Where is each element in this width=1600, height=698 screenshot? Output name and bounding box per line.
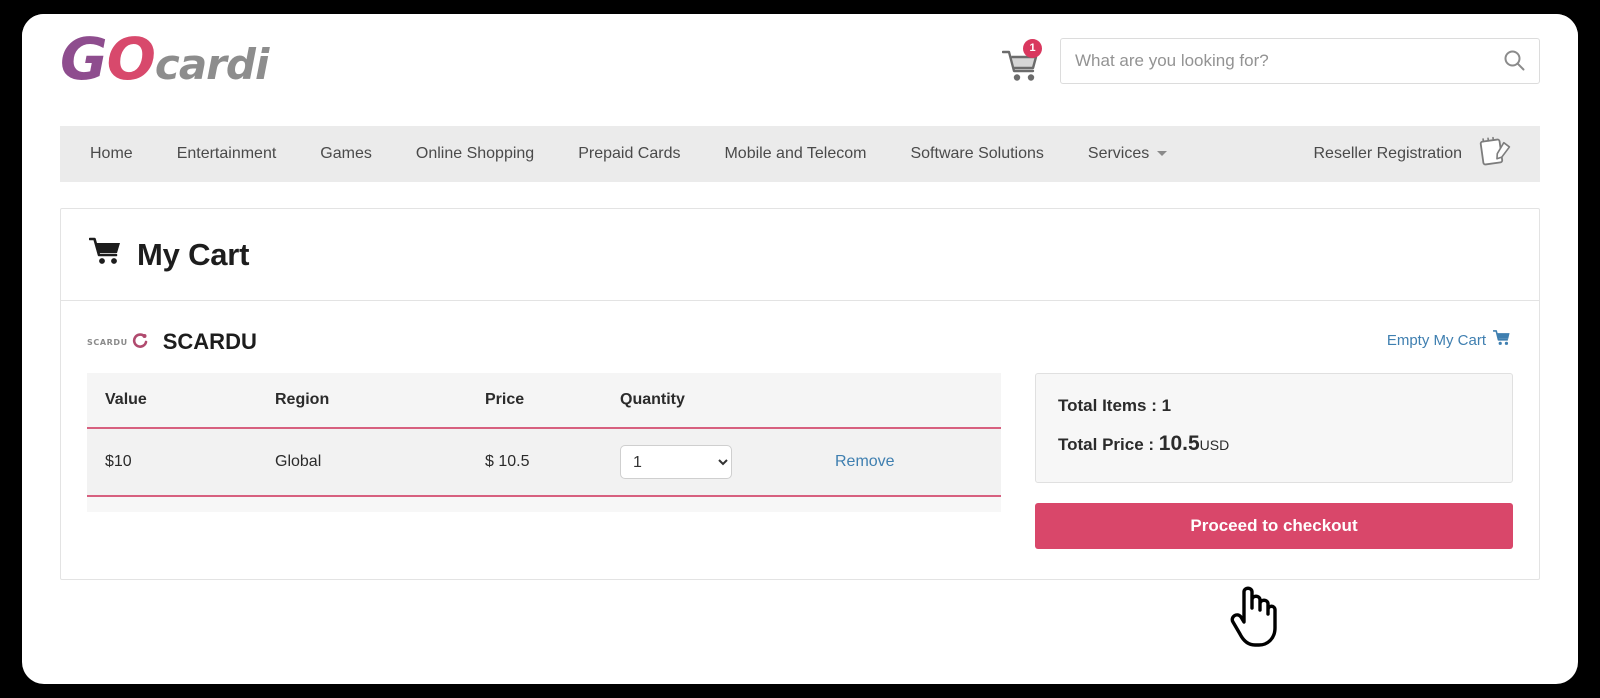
table-row-spacer bbox=[87, 496, 1001, 512]
main-content: My Cart SCARDU SCARDU Empty My Cart Valu… bbox=[22, 182, 1578, 580]
nav-item-label: Services bbox=[1087, 145, 1150, 162]
total-price-value: 10.5 bbox=[1158, 432, 1200, 455]
nav-item-label: Software Solutions bbox=[910, 145, 1044, 162]
search-button[interactable] bbox=[1489, 39, 1539, 83]
chevron-down-icon bbox=[1157, 151, 1168, 157]
nav-item-label: Reseller Registration bbox=[1313, 145, 1462, 162]
column-header-region: Region bbox=[257, 373, 467, 429]
empty-cart-link[interactable]: Empty My Cart bbox=[1387, 330, 1511, 350]
cart-columns: Value Region Price Quantity $10 Global $… bbox=[87, 373, 1513, 549]
site-header: GOcardi 1 bbox=[22, 14, 1578, 126]
cell-action: Remove bbox=[817, 428, 1001, 497]
nav-item-label: Home bbox=[90, 145, 133, 162]
logo-letter-g: G bbox=[60, 25, 108, 93]
order-summary-box: Total Items : 1 Total Price : 10.5USD bbox=[1035, 373, 1513, 483]
cart-summary-column: Total Items : 1 Total Price : 10.5USD Pr… bbox=[1035, 373, 1513, 549]
cart-table-body: $10 Global $ 10.5 1 2 3 bbox=[87, 428, 1001, 512]
column-header-price: Price bbox=[467, 373, 602, 429]
column-header-value: Value bbox=[87, 373, 257, 429]
cart-table-head: Value Region Price Quantity bbox=[87, 373, 1001, 429]
nav-item-label: Online Shopping bbox=[415, 145, 535, 162]
brand-name: SCARDU bbox=[162, 329, 257, 354]
scardu-logo-wordmark: SCARDU bbox=[87, 337, 128, 347]
search-input[interactable] bbox=[1061, 51, 1489, 71]
nav-item-software-solutions[interactable]: Software Solutions bbox=[888, 145, 1065, 163]
main-navigation: Home Entertainment Games Online Shopping… bbox=[60, 126, 1540, 182]
nav-item-games[interactable]: Games bbox=[298, 145, 394, 163]
cart-panel-header: My Cart bbox=[61, 209, 1539, 301]
total-price-label: Total Price : bbox=[1058, 435, 1159, 454]
remove-item-link[interactable]: Remove bbox=[835, 453, 895, 470]
cart-count-badge: 1 bbox=[1023, 39, 1042, 58]
brand-row: SCARDU SCARDU Empty My Cart bbox=[87, 323, 1513, 361]
nav-item-mobile-and-telecom[interactable]: Mobile and Telecom bbox=[702, 145, 888, 163]
summary-total-items: Total Items : 1 bbox=[1058, 396, 1490, 416]
nav-item-home[interactable]: Home bbox=[84, 145, 155, 163]
cell-quantity: 1 2 3 4 5 bbox=[602, 428, 817, 497]
nav-secondary-items: Reseller Registration bbox=[1313, 135, 1516, 174]
page-title: My Cart bbox=[137, 236, 250, 272]
nav-item-services[interactable]: Services bbox=[1066, 145, 1189, 163]
empty-cart-label: Empty My Cart bbox=[1386, 331, 1486, 349]
scardu-logo-icon: SCARDU bbox=[87, 333, 149, 351]
nav-item-label: Games bbox=[320, 145, 372, 162]
total-items-label: Total Items : bbox=[1058, 396, 1162, 415]
table-row: $10 Global $ 10.5 1 2 3 bbox=[87, 428, 1001, 497]
site-logo[interactable]: GOcardi bbox=[60, 30, 269, 89]
cart-panel-body: SCARDU SCARDU Empty My Cart Value Region… bbox=[61, 301, 1539, 579]
notepad-pen-icon[interactable] bbox=[1476, 135, 1514, 174]
nav-item-entertainment[interactable]: Entertainment bbox=[155, 145, 299, 163]
summary-total-price: Total Price : 10.5USD bbox=[1058, 432, 1490, 456]
nav-item-label: Prepaid Cards bbox=[578, 145, 681, 162]
nav-item-prepaid-cards[interactable]: Prepaid Cards bbox=[556, 145, 702, 163]
logo-word-cardi: cardi bbox=[154, 40, 269, 89]
cell-region: Global bbox=[257, 428, 467, 497]
nav-primary-items: Home Entertainment Games Online Shopping… bbox=[84, 145, 1189, 163]
mouse-cursor-pointer bbox=[1228, 572, 1290, 650]
cell-price: $ 10.5 bbox=[467, 428, 602, 497]
cell-value: $10 bbox=[87, 428, 257, 497]
cart-items-table: Value Region Price Quantity $10 Global $… bbox=[87, 373, 1001, 512]
cart-icon bbox=[88, 237, 123, 272]
cart-panel: My Cart SCARDU SCARDU Empty My Cart Valu… bbox=[60, 208, 1540, 580]
nav-item-label: Entertainment bbox=[176, 145, 277, 162]
nav-item-label: Mobile and Telecom bbox=[724, 145, 867, 162]
total-items-value: 1 bbox=[1161, 396, 1172, 415]
nav-item-online-shopping[interactable]: Online Shopping bbox=[394, 145, 556, 163]
spacer-cell bbox=[87, 496, 1001, 512]
column-header-quantity: Quantity bbox=[602, 373, 817, 429]
quantity-select[interactable]: 1 2 3 4 5 bbox=[620, 445, 732, 479]
search-icon bbox=[1502, 48, 1526, 75]
total-price-currency: USD bbox=[1199, 437, 1230, 453]
header-right-group: 1 bbox=[998, 38, 1540, 84]
empty-cart-icon bbox=[1492, 330, 1511, 350]
cart-table-column: Value Region Price Quantity $10 Global $… bbox=[87, 373, 1001, 512]
proceed-to-checkout-button[interactable]: Proceed to checkout bbox=[1035, 503, 1513, 549]
search-box bbox=[1060, 38, 1540, 84]
logo-letter-o: O bbox=[106, 25, 156, 93]
column-header-action bbox=[817, 373, 1001, 429]
screenshot-frame: GOcardi 1 What are you looking for? Home… bbox=[0, 0, 1600, 698]
nav-item-reseller-registration[interactable]: Reseller Registration bbox=[1313, 145, 1462, 163]
header-cart-button[interactable]: 1 bbox=[998, 39, 1044, 83]
table-header-row: Value Region Price Quantity bbox=[87, 373, 1001, 429]
page-root: GOcardi 1 What are you looking for? Home… bbox=[22, 14, 1578, 684]
